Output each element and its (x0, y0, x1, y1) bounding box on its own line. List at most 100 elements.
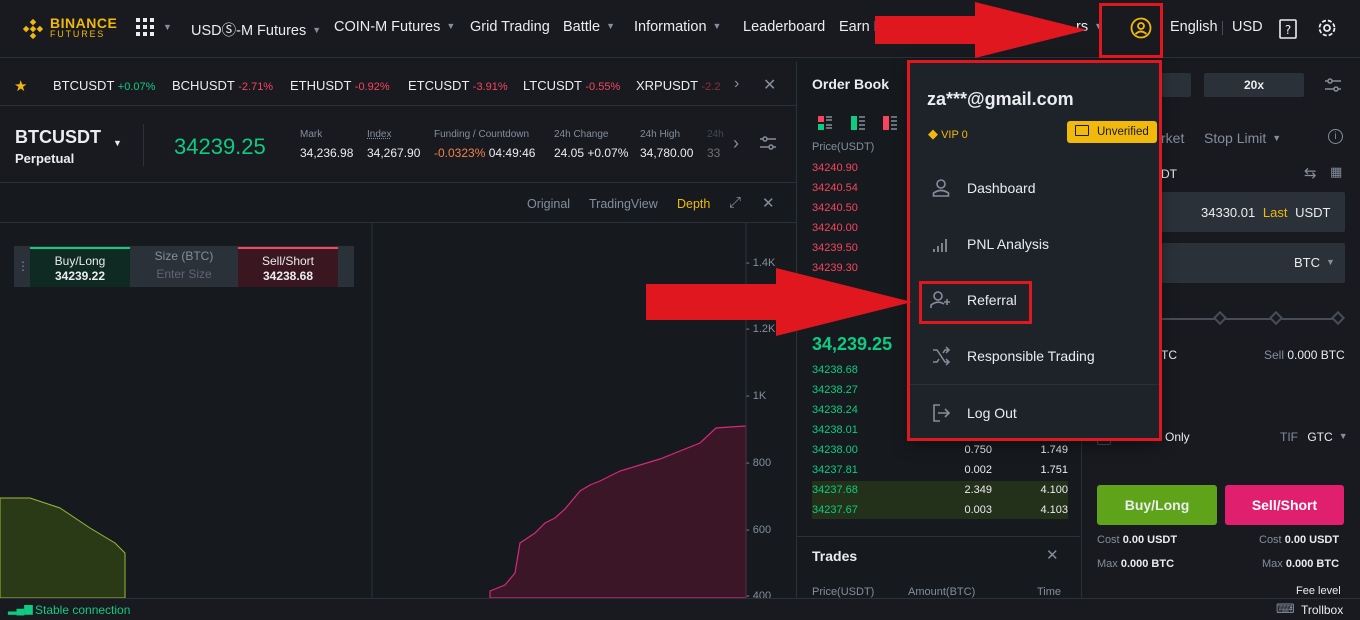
nav-information[interactable]: Information ▼ (634, 19, 721, 35)
binance-futures-logo[interactable]: BINANCE FUTURES (22, 15, 122, 43)
chevron-down-icon: ▼ (446, 21, 456, 31)
annotation-arrow-referral (646, 268, 912, 336)
symbol-divider (143, 124, 144, 166)
trollbox-chat-icon[interactable]: ⌨ (1276, 601, 1295, 617)
symbol-name[interactable]: BTCUSDT (15, 127, 101, 148)
buy-long-button[interactable]: Buy/Long (1097, 485, 1217, 525)
bid-depth-area (0, 497, 126, 598)
stat-24h-high: 24h High 34,780.00 (640, 129, 694, 160)
chevron-down-icon: ▼ (312, 25, 322, 35)
leverage-button[interactable]: 20x (1204, 73, 1304, 97)
symbol-contract-type: Perpetual (15, 151, 75, 166)
ticker-etcusdt[interactable]: ETCUSDT -3.91% (408, 78, 508, 93)
tab-tradingview[interactable]: TradingView (589, 197, 658, 211)
currency-selector[interactable]: USD (1232, 19, 1263, 35)
margin-mode-button[interactable] (1161, 73, 1191, 97)
stat-index: Index 34,267.90 (367, 129, 421, 160)
buy-cost: Cost 0.00 USDT (1097, 534, 1178, 546)
stats-next-chevron-icon[interactable]: › (733, 133, 739, 154)
bid-row[interactable]: 34237.68 2.349 4.100 (812, 484, 1068, 496)
sell-available: Sell 0.000 BTC (1264, 348, 1345, 362)
book-both-view-icon[interactable] (817, 115, 833, 131)
tif-selector[interactable]: TIF GTC ▼ (1280, 430, 1348, 444)
last-price: 34239.25 (174, 134, 266, 159)
tab-depth[interactable]: Depth (677, 197, 710, 211)
connection-status: Stable connection (35, 603, 131, 617)
ticker-ltcusdt[interactable]: LTCUSDT -0.55% (523, 78, 620, 93)
form-settings-sliders-icon[interactable] (1324, 77, 1342, 93)
help-question-icon[interactable]: ? (1278, 18, 1298, 40)
nav-usds-m-futures[interactable]: USDⓈ-M Futures ▼ (191, 19, 321, 40)
ticker-close-icon[interactable]: ✕ (763, 75, 776, 95)
ticker-next-chevron-icon[interactable]: › (734, 75, 739, 93)
depth-axis-label: - 600 (746, 524, 772, 536)
fee-level-link[interactable]: Fee level (1296, 585, 1341, 597)
ticker-xrpusdt[interactable]: XRPUSDT -2.2 (636, 78, 720, 93)
stat-funding: Funding / Countdown -0.0323% 04:49:46 (434, 129, 536, 160)
symbol-chevron-down-icon[interactable]: ▼ (113, 138, 122, 148)
stat-24h-change: 24h Change 24.05 +0.07% (554, 129, 629, 160)
nav-grid-trading[interactable]: Grid Trading (470, 19, 550, 35)
binance-logo-icon (22, 18, 44, 40)
buy-max: Max 0.000 BTC (1097, 558, 1175, 570)
price-input-value: 34330.01 Last USDT (1201, 205, 1331, 220)
ask-depth-area (489, 425, 747, 598)
order-book-mid-price: 34,239.25 (812, 334, 893, 354)
nav-coin-m-futures[interactable]: COIN-M Futures ▼ (334, 19, 455, 35)
order-type-stop-limit[interactable]: Stop Limit ▼ (1204, 130, 1281, 146)
info-icon[interactable]: i (1328, 129, 1343, 144)
quick-size-input[interactable]: Size (BTC) Enter Size (130, 249, 238, 281)
nav-divider (1222, 21, 1223, 35)
status-bar (0, 598, 1360, 620)
stats-settings-sliders-icon[interactable] (759, 135, 777, 151)
bid-row[interactable]: 34238.00 0.750 1.749 (812, 444, 1068, 456)
stat-mark: Mark 34,236.98 (300, 129, 354, 160)
trades-col-amount: Amount(BTC) (908, 586, 976, 598)
stat-24h-low: 24h 33 (707, 129, 724, 160)
quick-buy-button[interactable]: Buy/Long 34239.22 (30, 247, 130, 287)
book-bids-view-icon[interactable] (850, 115, 866, 131)
fullscreen-expand-icon[interactable]: ⤢ (729, 194, 741, 211)
trades-col-price: Price(USDT) (812, 586, 875, 598)
annotation-arrow-account (875, 2, 1087, 58)
logo-word-binance: BINANCE (50, 15, 118, 31)
tab-original[interactable]: Original (527, 197, 570, 211)
size-slider-track[interactable] (1161, 318, 1339, 320)
svg-text:?: ? (1285, 23, 1291, 37)
transfer-icon[interactable]: ⇆ (1304, 164, 1317, 182)
order-book-title: Order Book (812, 76, 890, 92)
nav-leaderboard[interactable]: Leaderboard (743, 19, 825, 35)
apps-grid-icon[interactable] (136, 18, 154, 36)
ticker-bchusdt[interactable]: BCHUSDT -2.71% (172, 78, 273, 93)
ticker-ethusdt[interactable]: ETHUSDT -0.92% (290, 78, 390, 93)
language-selector[interactable]: English (1170, 19, 1218, 35)
order-type-market[interactable]: rket (1161, 130, 1184, 146)
depth-axis-label: - 1K (746, 390, 767, 402)
connection-signal-icon: ▂▄▆ (8, 603, 33, 615)
trades-close-icon[interactable]: ✕ (1046, 546, 1059, 564)
sell-cost: Cost 0.00 USDT (1259, 534, 1340, 546)
apps-chevron-down-icon[interactable]: ▼ (163, 22, 172, 32)
size-unit-selector[interactable]: BTC ▼ (1294, 255, 1335, 270)
buy-available: TC (1161, 348, 1177, 362)
sell-max: Max 0.000 BTC (1262, 558, 1340, 570)
sell-short-button[interactable]: Sell/Short (1225, 485, 1344, 525)
chevron-down-icon: ▼ (712, 21, 722, 31)
bid-row[interactable]: 34237.81 0.002 1.751 (812, 464, 1068, 476)
ticker-btcusdt[interactable]: BTCUSDT +0.07% (53, 78, 155, 93)
trades-title: Trades (812, 548, 858, 564)
chevron-down-icon: ▼ (606, 21, 616, 31)
trollbox-button[interactable]: Trollbox (1301, 603, 1343, 617)
annotation-box-referral (919, 281, 1032, 324)
quick-sell-button[interactable]: Sell/Short 34238.68 (238, 247, 338, 287)
book-asks-view-icon[interactable] (882, 115, 898, 131)
chart-close-icon[interactable]: ✕ (762, 194, 775, 212)
reduce-only-label: Only (1165, 430, 1190, 444)
bid-row[interactable]: 34237.67 0.003 4.103 (812, 504, 1068, 516)
nav-battle[interactable]: Battle ▼ (563, 19, 615, 35)
settings-gear-icon[interactable] (1316, 17, 1338, 39)
favorites-star-icon[interactable]: ★ (14, 77, 27, 95)
trades-col-time: Time (1037, 586, 1062, 598)
annotation-box-menu (907, 60, 1162, 441)
calculator-icon[interactable]: ▦ (1330, 164, 1342, 180)
